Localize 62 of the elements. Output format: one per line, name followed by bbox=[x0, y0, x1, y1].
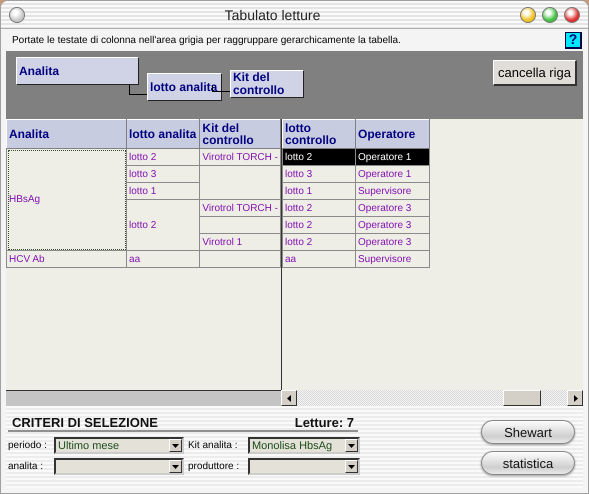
close-button[interactable] bbox=[564, 6, 580, 22]
table-cell: Virotrol 1 bbox=[200, 234, 280, 250]
group-chip[interactable]: Kit del controllo bbox=[230, 70, 304, 98]
table-cell: lotto 1 bbox=[126, 182, 200, 200]
table-cell: lotto 2 bbox=[126, 200, 200, 250]
table-cell: Operatore 3 bbox=[356, 234, 430, 250]
hint-text: Portate le testate di colonna nell'area grigia per raggruppare gerarchicamente la tabella. bbox=[11, 34, 401, 46]
table-cell: lotto 1 bbox=[282, 182, 356, 200]
table-cell: lotto 2 bbox=[126, 148, 200, 166]
group-chip[interactable]: lotto analita bbox=[147, 73, 222, 101]
field-label: Kit analita : bbox=[188, 440, 238, 451]
table-cell: aa bbox=[282, 250, 356, 268]
table-cell: HCV Ab bbox=[6, 250, 127, 268]
dropdown-field[interactable] bbox=[54, 458, 184, 475]
table-cell: Operatore 3 bbox=[356, 216, 430, 234]
table-cell: aa bbox=[126, 250, 200, 268]
field-label: periodo : bbox=[8, 440, 48, 451]
column-header[interactable]: Operatore bbox=[356, 120, 430, 148]
column-header[interactable]: Kit del controllo bbox=[200, 120, 280, 148]
field-label: produttore : bbox=[188, 461, 240, 472]
dropdown-field[interactable]: Monolisa HbsAg bbox=[248, 437, 360, 454]
table-cell: Supervisore bbox=[356, 250, 430, 268]
table-cell: lotto 2 bbox=[282, 200, 356, 216]
table-cell: Virotrol TORCH - bbox=[200, 200, 280, 216]
column-header[interactable]: lotto analita bbox=[126, 120, 200, 148]
delete-row-button[interactable]: cancella riga bbox=[493, 60, 577, 86]
scroll-left-icon bbox=[286, 394, 292, 402]
help-button[interactable]: ? bbox=[565, 32, 582, 48]
maximize-button[interactable] bbox=[542, 6, 558, 22]
table-cell: HBsAg bbox=[6, 148, 127, 250]
dropdown-arrow-icon bbox=[348, 463, 355, 470]
scroll-right-icon bbox=[572, 394, 578, 402]
dropdown-arrow-icon bbox=[348, 442, 355, 449]
dropdown-arrow-icon bbox=[172, 442, 179, 449]
scroll-right-button[interactable] bbox=[567, 390, 583, 406]
column-header[interactable]: lotto controllo bbox=[282, 120, 356, 148]
table-cell: lotto 2 bbox=[282, 234, 356, 250]
action-button[interactable]: statistica bbox=[481, 451, 575, 475]
table-cell: Operatore 3 bbox=[356, 200, 430, 216]
scroll-thumb[interactable] bbox=[503, 390, 541, 406]
window-menu-button[interactable] bbox=[9, 6, 25, 22]
scroll-left-button[interactable] bbox=[281, 390, 297, 406]
horizontal-scrollbar[interactable] bbox=[281, 390, 583, 406]
window-title: Tabulato letture bbox=[224, 6, 322, 22]
readings-count: Letture: 7 bbox=[294, 415, 354, 430]
section-title: CRITERI DI SELEZIONE bbox=[12, 415, 158, 430]
table-cell: Operatore 1 bbox=[356, 166, 430, 182]
table-cell: Virotrol TORCH - bbox=[200, 148, 280, 166]
table-cell: lotto 2 bbox=[282, 216, 356, 234]
table-cell: Supervisore bbox=[356, 182, 430, 200]
table-cell: Operatore 1 bbox=[356, 148, 430, 166]
minimize-button[interactable] bbox=[520, 6, 536, 22]
field-label: analita : bbox=[8, 461, 44, 472]
table-cell: lotto 3 bbox=[126, 166, 200, 182]
dropdown-arrow-icon bbox=[172, 463, 179, 470]
dropdown-field[interactable] bbox=[248, 458, 360, 475]
dropdown-field[interactable]: Ultimo mese bbox=[54, 437, 184, 454]
group-chip[interactable]: Analita bbox=[16, 57, 139, 85]
table-cell: lotto 2 bbox=[282, 148, 356, 166]
column-header[interactable]: Analita bbox=[6, 120, 127, 148]
table-cell: lotto 3 bbox=[282, 166, 356, 182]
action-button[interactable]: Shewart bbox=[481, 420, 575, 444]
